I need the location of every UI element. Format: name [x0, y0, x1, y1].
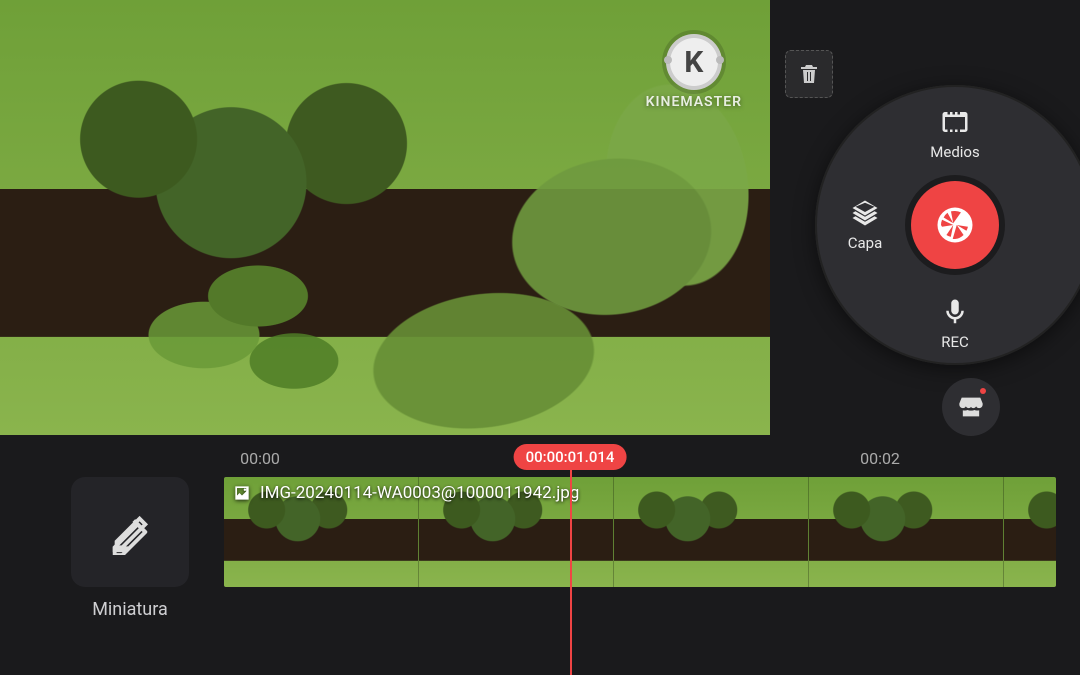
layer-button[interactable]: Capa [825, 198, 905, 252]
playhead-line[interactable] [570, 465, 572, 675]
store-icon [957, 393, 985, 421]
media-icon [940, 107, 970, 137]
clip-strip[interactable]: IMG-20240114-WA0003@1000011942.jpg [224, 477, 1056, 587]
pencil-icon [107, 509, 153, 555]
ruler-tick-end: 00:02 [860, 449, 900, 468]
clip-filename: IMG-20240114-WA0003@1000011942.jpg [260, 483, 579, 503]
timeline[interactable]: 00:00 00:00:01.014 00:02 Miniatura [0, 435, 1080, 675]
ruler-tick-start: 00:00 [240, 449, 280, 468]
image-icon [232, 483, 252, 503]
video-preview[interactable]: K KINEMASTER [0, 0, 770, 435]
playhead-time[interactable]: 00:00:01.014 [514, 444, 627, 470]
microphone-icon [940, 297, 970, 327]
aperture-icon [934, 204, 976, 246]
store-button[interactable] [942, 378, 1000, 436]
rec-label: REC [941, 333, 969, 351]
thumbnail-label: Miniatura [92, 599, 168, 620]
layers-icon [850, 198, 880, 228]
trash-icon [797, 62, 821, 86]
media-button[interactable]: Medios [915, 107, 995, 161]
thumbnail-button[interactable] [71, 477, 189, 587]
delete-button[interactable] [785, 50, 833, 98]
clip-filename-overlay: IMG-20240114-WA0003@1000011942.jpg [232, 483, 579, 503]
preview-canvas [0, 0, 770, 435]
layer-label: Capa [848, 234, 883, 252]
media-label: Medios [930, 143, 979, 161]
rec-button[interactable]: REC [915, 297, 995, 351]
time-ruler[interactable]: 00:00 00:00:01.014 00:02 [230, 441, 1080, 477]
capture-button[interactable] [911, 181, 999, 269]
action-wheel: Medios Capa REC [815, 85, 1080, 365]
